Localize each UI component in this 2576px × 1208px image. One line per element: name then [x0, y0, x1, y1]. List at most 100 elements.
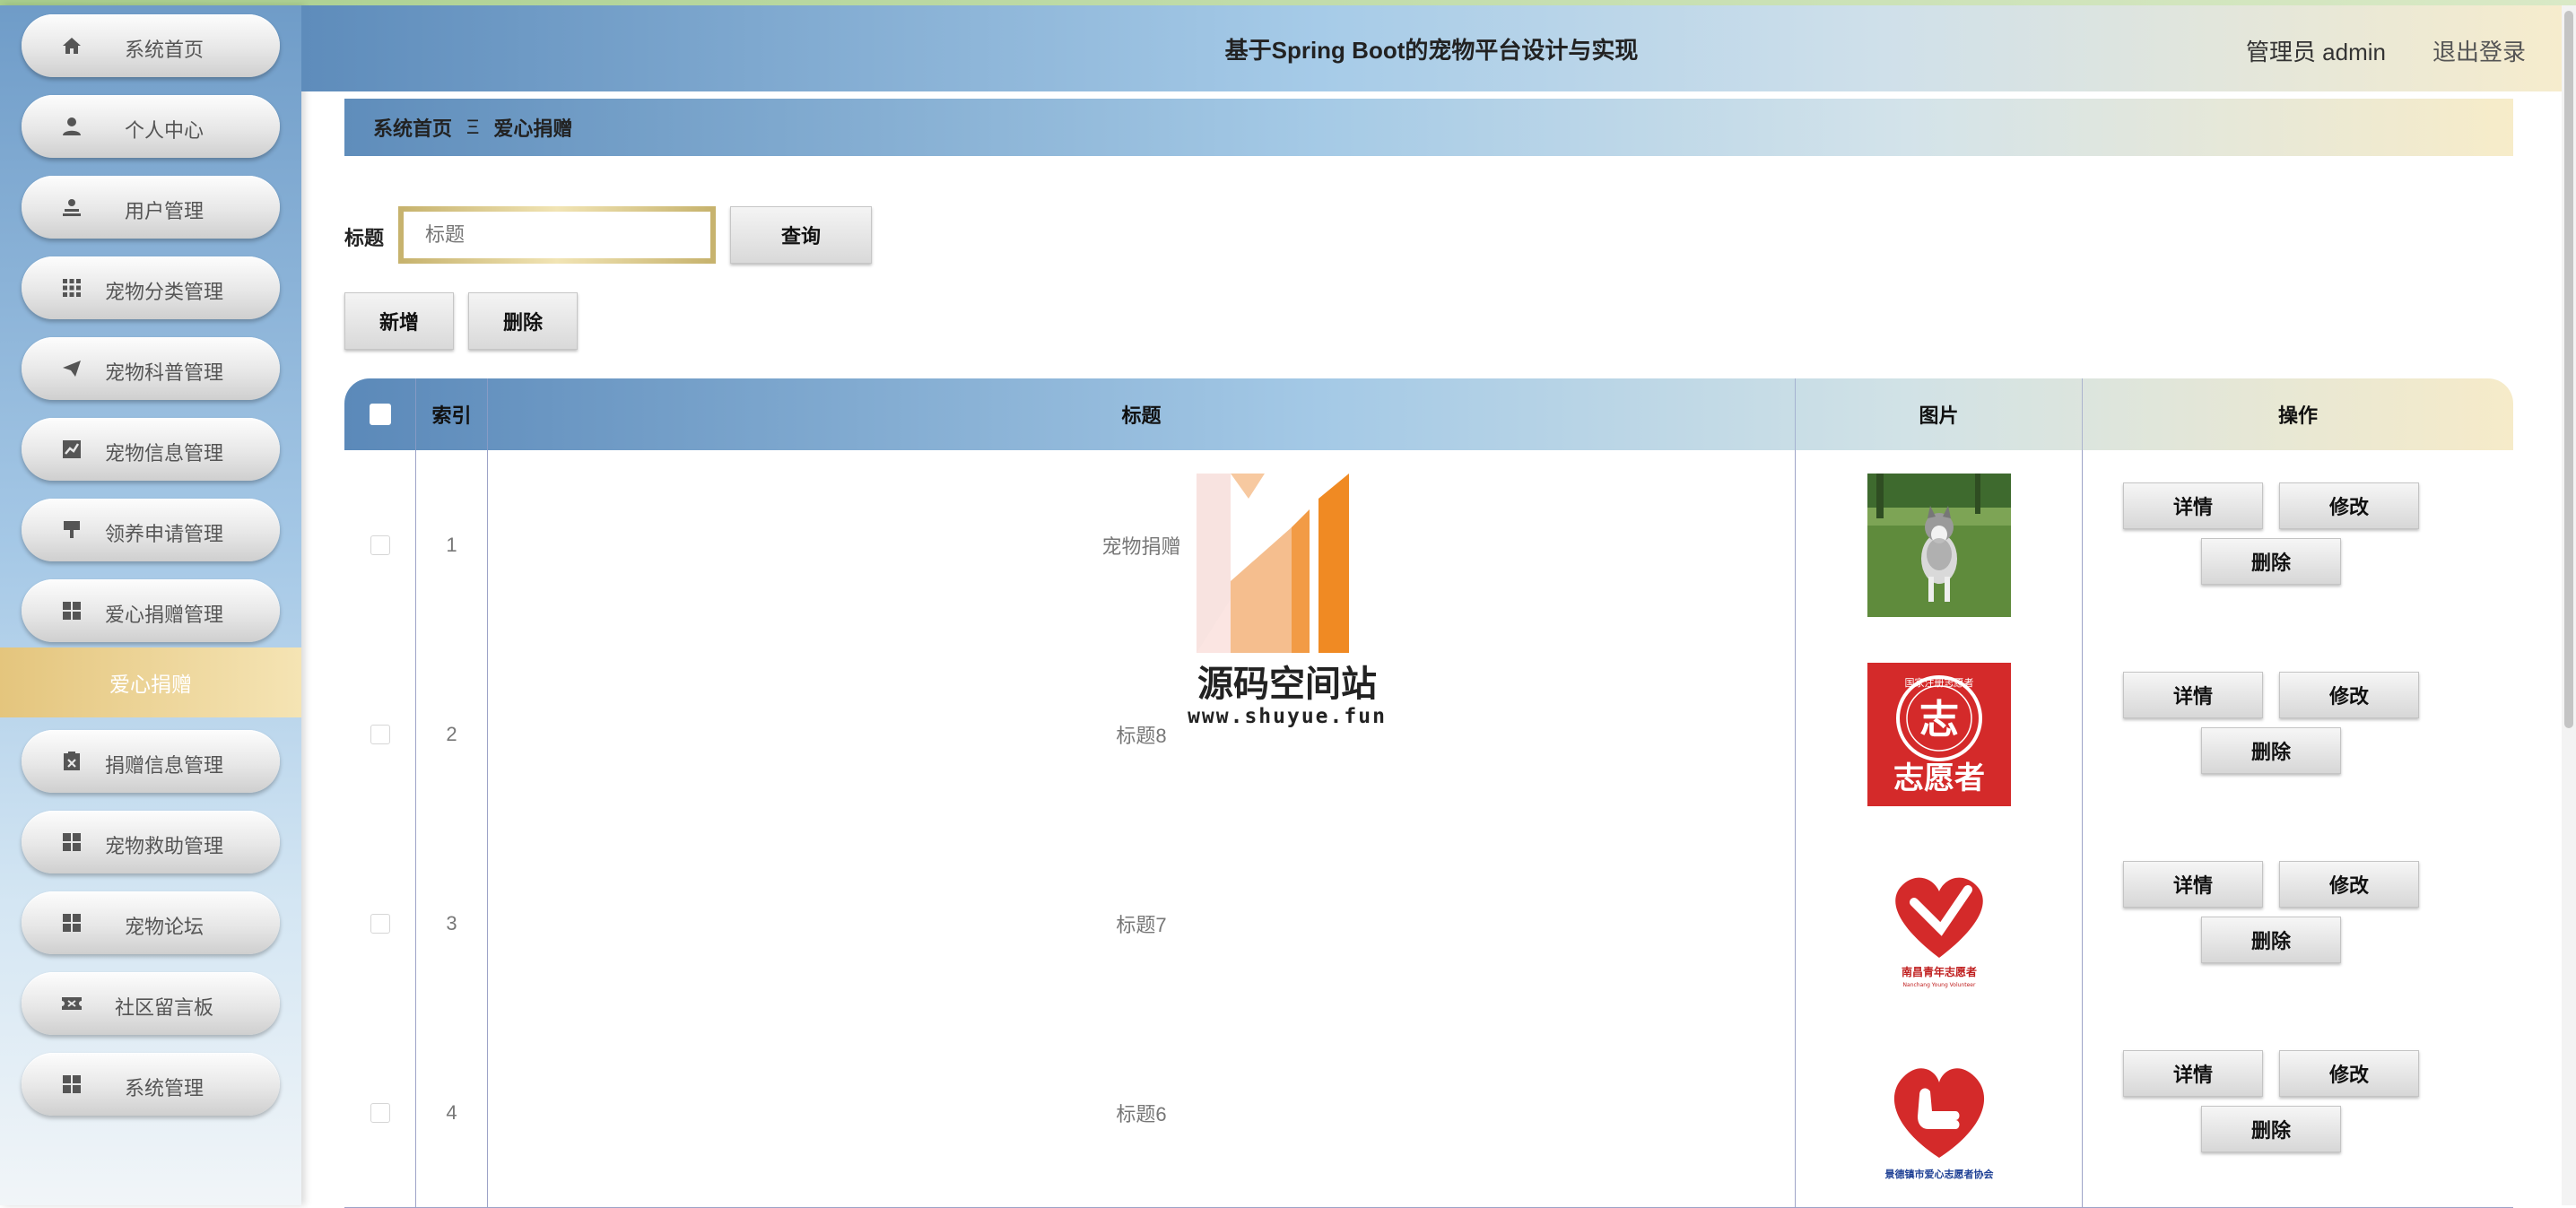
svg-text:志: 志 — [1919, 697, 1959, 743]
sidebar-item-donation-mgmt[interactable]: 爱心捐赠管理 — [22, 579, 280, 642]
sidebar-item-profile[interactable]: 个人中心 — [22, 95, 280, 158]
sidebar-item-label: 用户管理 — [124, 200, 204, 222]
app-title: 基于Spring Boot的宠物平台设计与实现 — [1224, 37, 1639, 64]
sidebar-item-label: 宠物救助管理 — [104, 835, 223, 857]
breadcrumb-separator: Ξ — [466, 116, 480, 138]
column-header-index: 索引 — [416, 378, 488, 450]
sidebar-item-donation-info[interactable]: 捐赠信息管理 — [22, 730, 280, 793]
heart-logo: 南昌青年志愿者 Nanchang Young Volunteer — [1867, 851, 2011, 995]
table-row: 1 宠物捐赠 详情 修改 删除 — [344, 450, 2513, 640]
sidebar-item-pet-rescue[interactable]: 宠物救助管理 — [22, 811, 280, 873]
sidebar-item-pet-info[interactable]: 宠物信息管理 — [22, 418, 280, 481]
sidebar-item-forum[interactable]: 宠物论坛 — [22, 891, 280, 954]
row-title: 标题7 — [488, 829, 1796, 1018]
row-index: 1 — [416, 450, 488, 639]
title-search-input[interactable] — [398, 206, 716, 264]
row-checkbox[interactable] — [370, 913, 390, 934]
sidebar-item-label: 领养申请管理 — [104, 523, 223, 545]
sidebar-item-label: 爱心捐赠管理 — [104, 604, 223, 626]
watermark-title: 源码空间站 — [1197, 665, 1377, 704]
volunteer-logo: 国家注册志愿者 志 志愿者 — [1867, 662, 2011, 806]
column-header-title: 标题 — [488, 378, 1796, 450]
detail-button[interactable]: 详情 — [2123, 860, 2263, 908]
row-title: 标题6 — [488, 1018, 1796, 1207]
table-header: 索引 标题 图片 操作 — [344, 378, 2513, 450]
delete-button[interactable]: 删除 — [2201, 1105, 2341, 1152]
column-header-actions: 操作 — [2277, 404, 2318, 427]
detail-button[interactable]: 详情 — [2123, 1049, 2263, 1097]
row-actions-cell: 详情 修改 删除 — [2083, 1018, 2513, 1207]
row-index: 2 — [416, 639, 488, 829]
breadcrumb-current: 爱心捐赠 — [493, 117, 573, 140]
row-title: 标题8 — [488, 639, 1796, 829]
logout-link[interactable]: 退出登录 — [2432, 34, 2526, 67]
header-checkbox-cell — [344, 378, 416, 450]
delete-button[interactable]: 删除 — [2201, 537, 2341, 585]
watermark-url: www.shuyue.fun — [1188, 705, 1387, 728]
sidebar-item-label: 宠物分类管理 — [104, 281, 223, 303]
row-checkbox-cell — [344, 639, 416, 829]
sidebar-item-adoption[interactable]: 领养申请管理 — [22, 499, 280, 561]
row-image-cell — [1796, 450, 2083, 639]
column-header-image: 图片 — [1796, 378, 2083, 450]
select-all-checkbox[interactable] — [369, 404, 391, 425]
edit-button[interactable]: 修改 — [2279, 1049, 2419, 1097]
row-index: 4 — [416, 1018, 488, 1207]
row-checkbox[interactable] — [370, 1102, 390, 1123]
table-row: 3 标题7 南昌青年志愿者 Nanchang Young Volunteer 详… — [344, 829, 2513, 1019]
sidebar-item-label: 宠物论坛 — [124, 916, 204, 938]
sidebar-item-pet-category[interactable]: 宠物分类管理 — [22, 256, 280, 319]
edit-button[interactable]: 修改 — [2279, 860, 2419, 908]
delete-button[interactable]: 删除 — [2201, 916, 2341, 963]
table-row: 2 标题8 国家注册志愿者 志 志愿者 详情 修改 删除 — [344, 639, 2513, 830]
row-title: 宠物捐赠 — [488, 450, 1796, 639]
breadcrumb-home[interactable]: 系统首页 — [373, 113, 452, 142]
sidebar-item-system[interactable]: 系统管理 — [22, 1053, 280, 1116]
breadcrumb: 系统首页 Ξ 爱心捐赠 — [344, 99, 2513, 156]
add-button[interactable]: 新增 — [344, 292, 454, 350]
row-checkbox[interactable] — [370, 724, 390, 744]
row-image-cell: 景德镇市爱心志愿者协会 — [1796, 1018, 2083, 1207]
detail-button[interactable]: 详情 — [2123, 482, 2263, 529]
row-actions-cell: 详情 修改 删除 — [2083, 639, 2513, 829]
thumb-heart-logo: 景德镇市爱心志愿者协会 — [1867, 1040, 2011, 1185]
logo-caption: 南昌青年志愿者 — [1901, 965, 1976, 978]
row-image-cell: 南昌青年志愿者 Nanchang Young Volunteer — [1796, 829, 2083, 1018]
row-checkbox[interactable] — [370, 534, 390, 555]
sidebar-item-home[interactable]: 系统首页 — [22, 14, 280, 77]
row-actions-cell: 详情 修改 删除 — [2083, 829, 2513, 1018]
sidebar-item-label: 宠物科普管理 — [104, 361, 223, 384]
row-index: 3 — [416, 829, 488, 1018]
current-user: 管理员 admin — [2245, 39, 2386, 65]
sidebar-item-label: 社区留言板 — [114, 996, 213, 1019]
scrollbar-thumb[interactable] — [2564, 11, 2573, 728]
sidebar-subitem-donation[interactable]: 爱心捐赠 — [0, 647, 301, 717]
row-checkbox-cell — [344, 450, 416, 639]
sidebar-item-message-board[interactable]: 社区留言板 — [22, 972, 280, 1035]
row-checkbox-cell — [344, 829, 416, 1018]
logo-subcaption: Nanchang Young Volunteer — [1902, 982, 1975, 988]
sidebar-item-label: 宠物信息管理 — [104, 442, 223, 465]
husky-photo — [1867, 473, 2011, 617]
sidebar: 系统首页 个人中心 用户管理 宠物分类管理 宠物科普管理 宠物信息管理 领养申请… — [0, 5, 301, 1205]
logo-main-text: 志愿者 — [1893, 760, 1985, 796]
row-actions-cell: 详情 修改 删除 — [2083, 450, 2513, 639]
edit-button[interactable]: 修改 — [2279, 671, 2419, 718]
sidebar-item-label: 个人中心 — [124, 119, 204, 142]
search-label: 标题 — [344, 227, 385, 249]
edit-button[interactable]: 修改 — [2279, 482, 2419, 529]
table-row: 4 标题6 景德镇市爱心志愿者协会 详情 修改 删除 — [344, 1018, 2513, 1208]
sidebar-item-pet-science[interactable]: 宠物科普管理 — [22, 337, 280, 400]
sidebar-item-label: 系统首页 — [124, 39, 204, 61]
sidebar-item-label: 捐赠信息管理 — [104, 754, 223, 777]
delete-button[interactable]: 删除 — [2201, 726, 2341, 774]
search-button[interactable]: 查询 — [730, 206, 872, 264]
logo-caption: 景德镇市爱心志愿者协会 — [1884, 1168, 1994, 1180]
sidebar-item-users[interactable]: 用户管理 — [22, 176, 280, 239]
row-checkbox-cell — [344, 1018, 416, 1207]
batch-delete-button[interactable]: 删除 — [468, 292, 578, 350]
sidebar-item-label: 系统管理 — [124, 1077, 204, 1099]
logo-top-text: 国家注册志愿者 — [1904, 676, 1973, 689]
top-header: 基于Spring Boot的宠物平台设计与实现 管理员 admin 退出登录 — [301, 5, 2562, 91]
detail-button[interactable]: 详情 — [2123, 671, 2263, 718]
